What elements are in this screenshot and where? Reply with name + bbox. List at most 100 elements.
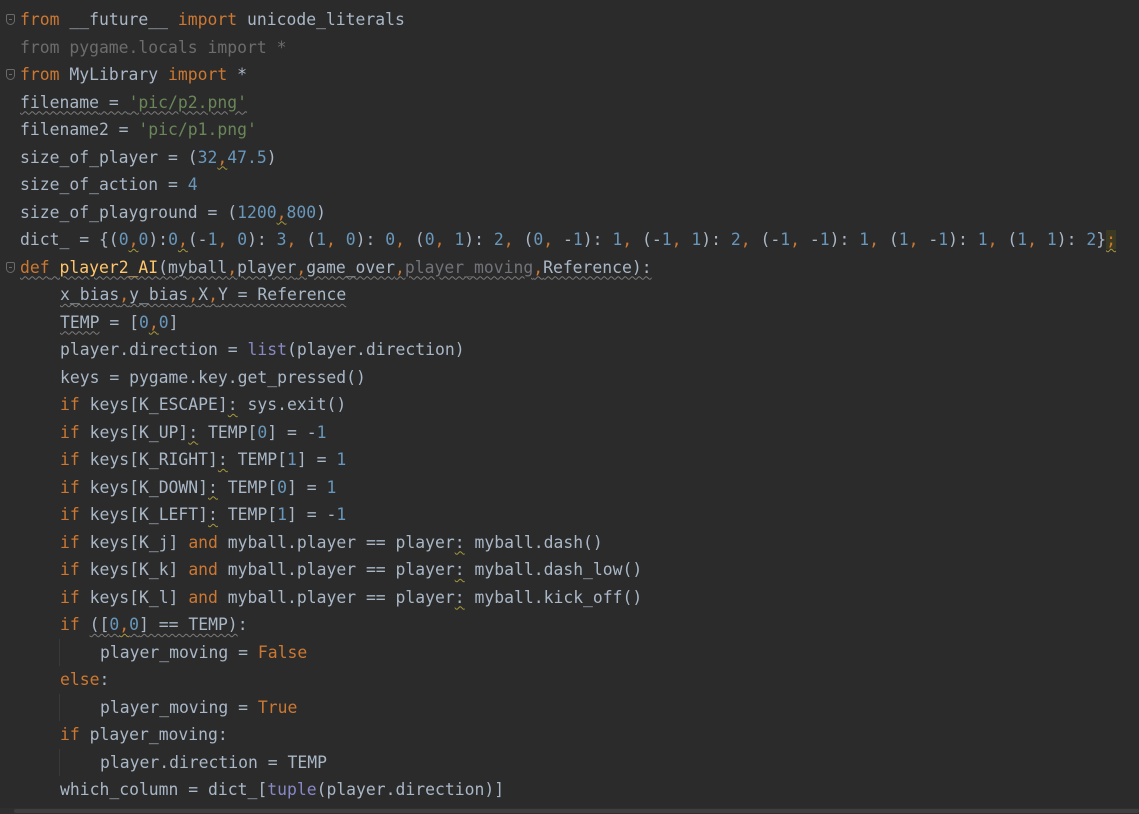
code-token: 2 bbox=[1086, 230, 1097, 249]
code-line[interactable]: which_column = dict_[tuple(player.direct… bbox=[0, 776, 1139, 804]
code-line[interactable]: size_of_player = (32,47.5) bbox=[0, 144, 1139, 172]
code-line[interactable]: filename = 'pic/p2.png' bbox=[0, 89, 1139, 117]
code-line[interactable]: from __future__ import unicode_literals bbox=[0, 6, 1139, 34]
code-token: keys[K_DOWN] bbox=[79, 477, 209, 497]
code-line[interactable]: player_moving = True bbox=[0, 693, 1139, 721]
code-token: ] = - bbox=[287, 505, 337, 524]
code-line[interactable]: filename2 = 'pic/p1.png' bbox=[0, 116, 1139, 144]
code-token: 'pic/p1.png' bbox=[138, 120, 257, 139]
code-token: if bbox=[60, 477, 80, 497]
code-token: 1 bbox=[326, 477, 337, 497]
code-token: if bbox=[60, 505, 80, 524]
code-token: : bbox=[454, 587, 465, 607]
code-token: ] = bbox=[296, 450, 337, 469]
code-token: 0 bbox=[138, 230, 149, 249]
code-line[interactable]: if player_moving: bbox=[0, 721, 1139, 749]
code-line[interactable]: if keys[K_j] and myball.player == player… bbox=[0, 529, 1139, 557]
code-token: , bbox=[869, 230, 889, 249]
code-line[interactable]: if keys[K_LEFT]: TEMP[1] = -1 bbox=[0, 501, 1139, 529]
code-token: = [ bbox=[99, 312, 139, 332]
code-token: TEMP bbox=[60, 312, 100, 332]
code-token: keys[K_l] bbox=[79, 587, 189, 607]
code-line[interactable]: TEMP = [0,0] bbox=[0, 309, 1139, 337]
code-line[interactable]: if keys[K_DOWN]: TEMP[0] = 1 bbox=[0, 474, 1139, 502]
code-editor[interactable]: from __future__ import unicode_literals f… bbox=[0, 0, 1139, 814]
code-area[interactable]: from __future__ import unicode_literals f… bbox=[0, 6, 1139, 804]
code-token: y_bias bbox=[129, 285, 189, 304]
code-line[interactable]: if keys[K_UP]: TEMP[0] = -1 bbox=[0, 419, 1139, 447]
code-line[interactable]: if keys[K_RIGHT]: TEMP[1] = 1 bbox=[0, 446, 1139, 474]
code-token: , bbox=[503, 230, 524, 249]
code-line[interactable]: from MyLibrary import * bbox=[0, 61, 1139, 89]
code-line[interactable]: size_of_playground = (1200,800) bbox=[0, 199, 1139, 227]
code-token: ( bbox=[523, 230, 534, 249]
code-token: = bbox=[98, 92, 129, 112]
code-line[interactable]: def player2_AI(myball,player,game_over,p… bbox=[0, 254, 1139, 282]
code-token: myball.player == player bbox=[217, 560, 455, 579]
code-line[interactable]: if keys[K_k] and myball.player == player… bbox=[0, 556, 1139, 584]
code-token: ; bbox=[1106, 230, 1116, 249]
code-token: __future__ bbox=[59, 10, 178, 29]
code-token: x_bias bbox=[60, 285, 120, 304]
code-line[interactable]: else: bbox=[0, 666, 1139, 694]
code-token: ] = - bbox=[267, 422, 317, 442]
code-token: 0 bbox=[109, 615, 120, 634]
code-token: , bbox=[740, 230, 761, 249]
code-token: myball.dash_low() bbox=[464, 560, 643, 579]
code-token: : bbox=[217, 450, 228, 469]
code-line[interactable]: if keys[K_l] and myball.player == player… bbox=[0, 584, 1139, 612]
code-token: , bbox=[217, 147, 228, 167]
fold-marker-icon[interactable] bbox=[6, 261, 15, 273]
code-token: False bbox=[257, 642, 308, 662]
fold-marker-icon[interactable] bbox=[6, 69, 15, 80]
code-line[interactable]: player.direction = list(player.direction… bbox=[0, 336, 1139, 364]
scrollbar-thumb[interactable] bbox=[14, 809, 1139, 813]
code-token: (- bbox=[760, 230, 781, 249]
code-line[interactable]: dict_ = {(0,0):0,(-1, 0): 3, (1, 0): 0, … bbox=[0, 226, 1139, 254]
code-line[interactable]: if ([0,0] == TEMP): bbox=[0, 611, 1139, 639]
code-token: and bbox=[188, 532, 218, 552]
code-token: ) bbox=[266, 147, 277, 167]
code-token: size_of_playground = ( bbox=[20, 202, 238, 222]
code-line[interactable]: size_of_action = 4 bbox=[0, 171, 1139, 199]
code-token: (myball bbox=[158, 257, 228, 277]
code-token: player2_AI bbox=[59, 257, 159, 277]
code-line[interactable]: x_bias,y_bias,X,Y = Reference bbox=[0, 281, 1139, 309]
code-token: else bbox=[60, 670, 100, 689]
code-token: 1 bbox=[661, 230, 672, 249]
code-token: , bbox=[128, 230, 139, 249]
code-line[interactable]: if keys[K_ESCAPE]: sys.exit() bbox=[0, 391, 1139, 419]
code-token: filename2 = bbox=[20, 120, 139, 139]
code-token: TEMP[ bbox=[217, 505, 278, 524]
code-token: True bbox=[257, 697, 298, 717]
horizontal-scrollbar[interactable] bbox=[0, 808, 1139, 814]
code-token: - bbox=[928, 230, 939, 249]
code-line[interactable]: keys = pygame.key.get_pressed() bbox=[0, 364, 1139, 392]
code-token: , bbox=[188, 285, 199, 304]
code-token: 1200 bbox=[237, 202, 277, 222]
code-token: 0 bbox=[168, 230, 178, 249]
code-token: ): bbox=[948, 230, 978, 249]
code-token: 0 bbox=[118, 230, 129, 249]
code-token: , bbox=[543, 230, 564, 249]
code-line[interactable]: player_moving = False bbox=[0, 638, 1139, 666]
code-token: if bbox=[60, 395, 80, 414]
code-token: player bbox=[237, 257, 297, 277]
code-token: player.direction = bbox=[60, 340, 248, 359]
code-token: ): bbox=[701, 230, 731, 249]
code-token: ( bbox=[414, 230, 425, 249]
code-token: 'pic/p2.png' bbox=[128, 92, 247, 112]
code-line[interactable]: player.direction = TEMP bbox=[0, 748, 1139, 776]
code-token: TEMP[ bbox=[217, 477, 278, 497]
code-token: ( bbox=[1007, 230, 1018, 249]
code-token: from bbox=[20, 10, 60, 29]
code-token: , bbox=[286, 230, 307, 249]
code-token: ( bbox=[888, 230, 899, 249]
code-token: tuple bbox=[267, 780, 317, 799]
code-token: ): bbox=[829, 230, 860, 249]
code-line[interactable]: from pygame.locals import * bbox=[0, 34, 1139, 62]
code-token: if bbox=[60, 560, 80, 579]
code-token: : bbox=[99, 670, 110, 689]
code-token: , bbox=[148, 312, 159, 332]
fold-marker-icon[interactable] bbox=[6, 14, 15, 25]
